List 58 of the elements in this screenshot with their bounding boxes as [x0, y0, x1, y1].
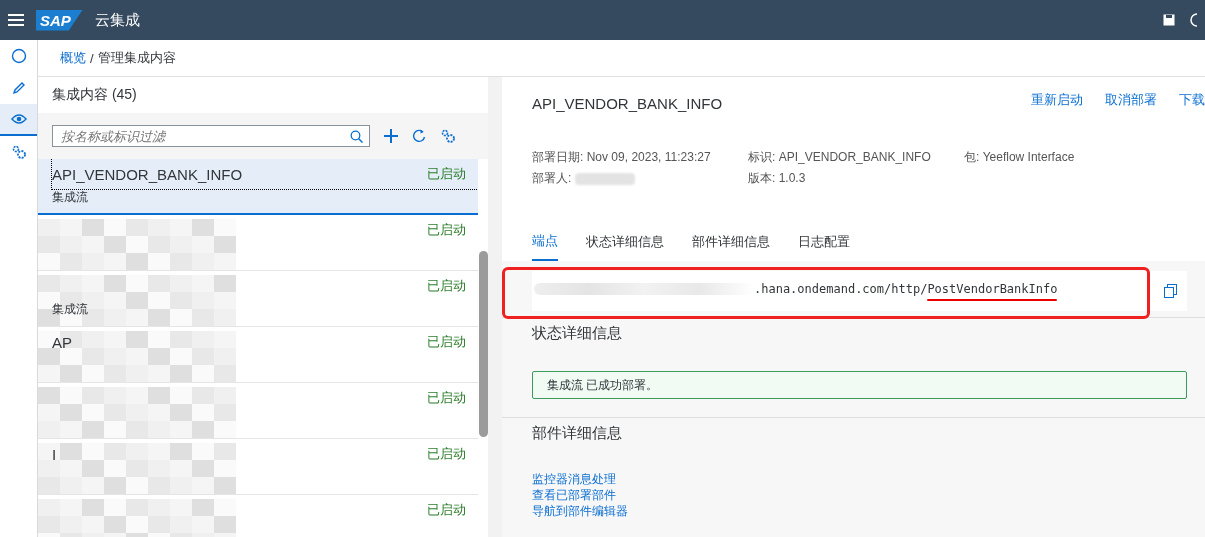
section-title: 状态详细信息 [532, 324, 622, 341]
detail-field: 包: Yeeflow Interface [964, 149, 1205, 166]
artifact-link[interactable]: 查看已部署部件 [532, 487, 1205, 503]
scrollbar-thumb[interactable] [479, 251, 488, 437]
filter-field[interactable]: 按名称或标识过滤 [52, 125, 370, 147]
app-title: 云集成 [94, 10, 140, 30]
nav-button[interactable] [0, 104, 37, 136]
logo: SAP [36, 9, 83, 31]
item-name: API_VENDOR_BANK_INFO [52, 165, 243, 183]
item-type: 集成流 [52, 301, 89, 318]
add-button[interactable] [384, 129, 398, 143]
list-item[interactable]: AP 已启动 [38, 327, 478, 383]
item-status: 已启动 [427, 277, 466, 295]
eye-icon [10, 111, 27, 127]
action-link[interactable]: 取消部署 [1105, 91, 1157, 149]
item-name: I [52, 445, 57, 463]
item-status: 已启动 [427, 389, 466, 407]
tab[interactable]: 部件详细信息 [692, 231, 770, 261]
list-item[interactable]: 已启动 [38, 383, 478, 439]
detail-title: API_VENDOR_BANK_INFO [532, 94, 723, 114]
artifact-link[interactable]: 导航到部件编辑器 [532, 503, 1205, 519]
gears-icon [10, 144, 27, 160]
detail-field: 标识: API_VENDOR_BANK_INFO [748, 149, 964, 166]
breadcrumb-current: 管理集成内容 [97, 49, 176, 67]
item-status: 已启动 [427, 333, 466, 351]
list-title: 集成内容 (45) [52, 86, 137, 104]
action-link[interactable]: 重新启动 [1031, 91, 1083, 149]
item-status: 已启动 [427, 165, 466, 183]
search-icon[interactable] [350, 130, 363, 143]
item-type: 集成流 [52, 189, 89, 206]
tab[interactable]: 状态详细信息 [586, 231, 664, 261]
list-item[interactable]: 已启动 [38, 495, 478, 537]
refresh-button[interactable] [412, 129, 426, 143]
menu-icon[interactable] [8, 14, 24, 26]
item-status: 已启动 [427, 501, 466, 519]
settings-button[interactable] [440, 128, 456, 144]
breadcrumb-link[interactable]: 概览 [60, 49, 86, 67]
action-link[interactable]: 下载 [1179, 91, 1205, 149]
artifact-link[interactable]: 监控器消息处理 [532, 471, 1205, 487]
success-message: 集成流 已成功部署。 [532, 371, 1187, 399]
item-status: 已启动 [427, 445, 466, 463]
detail-field: 部署人: [532, 170, 748, 187]
list-item[interactable]: 已启动 [38, 215, 478, 271]
detail-field: 部署日期: Nov 09, 2023, 11:23:27 [532, 149, 748, 166]
list-item[interactable]: API_VENDOR_BANK_INFO 已启动 集成流 [38, 159, 478, 215]
pencil-icon [10, 80, 27, 96]
tab[interactable]: 端点 [532, 231, 558, 261]
detail-field: 版本: 1.0.3 [748, 170, 964, 187]
tab[interactable]: 日志配置 [798, 231, 850, 261]
item-name: AP [52, 333, 72, 351]
breadcrumb-separator: / [90, 50, 94, 66]
copy-icon[interactable] [1164, 284, 1177, 298]
list-item[interactable]: 已启动 集成流 [38, 271, 478, 327]
list-item[interactable]: I 已启动 [38, 439, 478, 495]
endpoint-url[interactable]: .hana.ondemand.com/http/PostVendorBankInfo [532, 278, 1064, 304]
item-status: 已启动 [427, 221, 466, 239]
section-title: 部件详细信息 [532, 424, 622, 441]
save-icon[interactable] [1163, 14, 1175, 26]
